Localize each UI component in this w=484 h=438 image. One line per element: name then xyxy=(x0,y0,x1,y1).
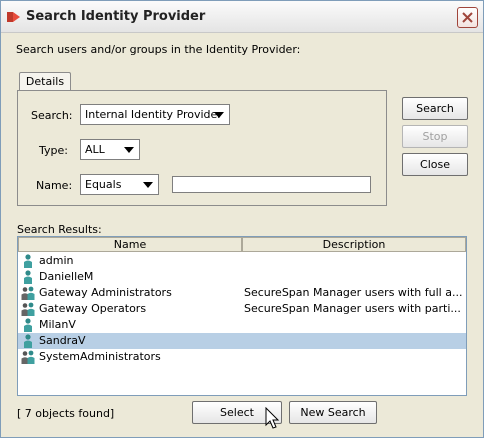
table-row[interactable]: DanielleM xyxy=(18,269,466,285)
column-header-description[interactable]: Description xyxy=(242,237,466,252)
title-bar[interactable]: Search Identity Provider xyxy=(1,1,483,33)
stop-button[interactable]: Stop xyxy=(402,125,468,148)
table-row[interactable]: MilanV xyxy=(18,317,466,333)
search-provider-select[interactable]: Internal Identity Provider xyxy=(80,104,230,125)
search-results-table[interactable]: Name Description admin DanielleM Gateway A… xyxy=(17,236,467,396)
row-name: Gateway Administrators xyxy=(39,286,172,299)
new-search-button[interactable]: New Search xyxy=(289,401,377,424)
user-icon xyxy=(20,254,36,268)
type-label: Type: xyxy=(39,144,68,157)
user-icon xyxy=(20,334,36,348)
row-name: SandraV xyxy=(39,334,86,347)
row-name: MilanV xyxy=(39,318,76,331)
close-icon xyxy=(462,12,473,23)
window-title: Search Identity Provider xyxy=(26,9,206,24)
group-icon xyxy=(20,302,36,316)
chevron-down-icon xyxy=(214,112,224,118)
user-icon xyxy=(20,318,36,332)
group-icon xyxy=(20,286,36,300)
tab-details[interactable]: Details xyxy=(19,72,71,91)
name-input[interactable] xyxy=(172,176,371,193)
table-row[interactable]: admin xyxy=(18,253,466,269)
window-close-button[interactable] xyxy=(457,7,478,28)
user-icon xyxy=(20,270,36,284)
app-logo-icon xyxy=(7,12,20,22)
name-label: Name: xyxy=(36,179,73,192)
type-value: ALL xyxy=(85,143,105,156)
chevron-down-icon xyxy=(143,182,153,188)
row-name: admin xyxy=(39,254,74,267)
search-button[interactable]: Search xyxy=(402,97,468,120)
search-results-label: Search Results: xyxy=(17,223,102,236)
row-name: DanielleM xyxy=(39,270,94,283)
search-identity-provider-dialog: Search Identity Provider Search users an… xyxy=(0,0,484,438)
row-name: Gateway Operators xyxy=(39,302,147,315)
chevron-down-icon xyxy=(124,147,134,153)
intro-text: Search users and/or groups in the Identi… xyxy=(16,43,301,56)
name-mode-value: Equals xyxy=(85,178,122,191)
search-provider-value: Internal Identity Provider xyxy=(85,108,222,121)
table-row[interactable]: Gateway Operators SecureSpan Manager user… xyxy=(18,301,466,317)
column-header-name[interactable]: Name xyxy=(18,237,242,252)
table-row[interactable]: SandraV xyxy=(18,333,466,349)
group-icon xyxy=(20,350,36,364)
search-label: Search: xyxy=(31,109,73,122)
table-row[interactable]: SystemAdministrators xyxy=(18,349,466,365)
close-button[interactable]: Close xyxy=(402,153,468,176)
row-name: SystemAdministrators xyxy=(39,350,161,363)
row-description: SecureSpan Manager users with full a... xyxy=(244,286,463,299)
name-mode-select[interactable]: Equals xyxy=(80,174,159,195)
table-header: Name Description xyxy=(18,237,466,252)
type-select[interactable]: ALL xyxy=(80,139,140,160)
table-row[interactable]: Gateway Administrators SecureSpan Manager… xyxy=(18,285,466,301)
row-description: SecureSpan Manager users with parti... xyxy=(244,302,461,315)
status-text: [ 7 objects found] xyxy=(17,407,115,420)
mouse-pointer-icon xyxy=(265,407,280,429)
